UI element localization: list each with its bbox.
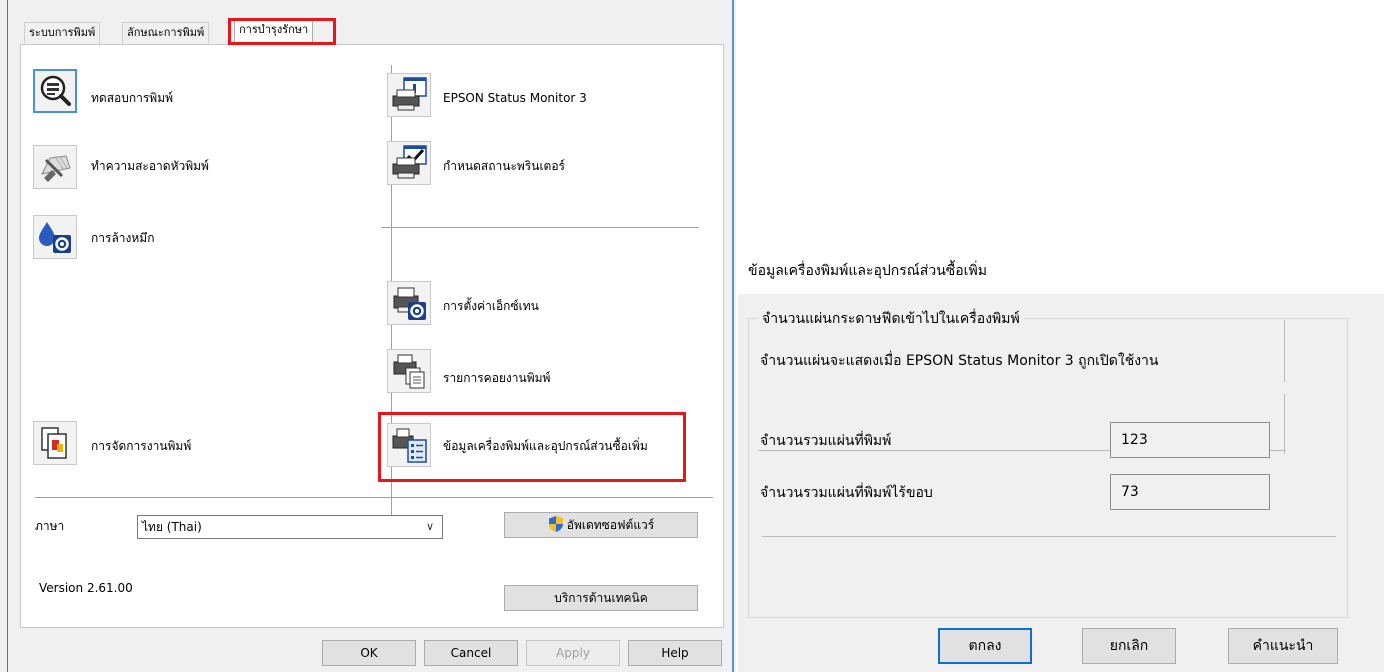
- info-cancel-button[interactable]: ยกเลิก: [1082, 628, 1176, 664]
- paper-count-group-label: จำนวนแผ่นกระดาษฟีดเข้าไปในเครื่องพิมพ์: [758, 310, 1024, 328]
- monitoring-preferences-icon: [392, 145, 427, 179]
- language-label: ภาษา: [35, 519, 65, 533]
- language-value: ไทย (Thai): [142, 520, 202, 534]
- ink-flush-button[interactable]: [33, 215, 77, 259]
- status-monitor-button[interactable]: [387, 73, 431, 117]
- status-monitor-info-text: จำนวนแผ่นจะแสดงเมื่อ EPSON Status Monito…: [760, 353, 1159, 369]
- print-queue-button[interactable]: [387, 349, 431, 393]
- printer-info-dialog: จำนวนแผ่นกระดาษฟีดเข้าไปในเครื่องพิมพ์ จ…: [738, 294, 1384, 672]
- head-cleaning-icon: [41, 155, 71, 182]
- chevron-down-icon: ∨: [425, 520, 434, 533]
- apply-button[interactable]: Apply: [526, 640, 620, 666]
- cancel-button[interactable]: Cancel: [424, 640, 518, 666]
- extended-settings-icon: [393, 287, 426, 320]
- section-divider: [35, 497, 713, 498]
- tab-main[interactable]: ระบบการพิมพ์: [24, 22, 101, 44]
- tab-more-options[interactable]: ลักษณะการพิมพ์: [122, 22, 210, 44]
- uac-shield-icon: [548, 516, 563, 532]
- extended-settings-button[interactable]: [387, 281, 431, 325]
- group-frame-line: [1284, 394, 1285, 454]
- printer-properties-dialog: ระบบการพิมพ์ ลักษณะการพิมพ์ การบำรุงรักษ…: [0, 0, 736, 672]
- extended-settings-label[interactable]: การตั้งค่าเอ็กซ์เทน: [443, 299, 539, 313]
- section-divider: [381, 227, 699, 228]
- window-edge: [732, 0, 734, 672]
- monitoring-preferences-button[interactable]: [387, 141, 431, 185]
- window-edge: [7, 0, 8, 672]
- ink-flush-icon: [39, 222, 71, 253]
- section-divider: [762, 536, 1336, 537]
- nozzle-check-label[interactable]: ทดสอบการพิมพ์: [91, 91, 173, 105]
- software-update-button[interactable]: อัพเดทซอฟต์แวร์: [504, 512, 698, 538]
- borderless-sheets-value: 73: [1110, 474, 1270, 510]
- print-queue-icon: [393, 354, 425, 389]
- total-sheets-label: จำนวนรวมแผ่นที่พิมพ์: [760, 432, 896, 450]
- ink-flush-label[interactable]: การล้างหมึก: [91, 231, 155, 245]
- version-text: Version 2.61.00: [39, 581, 133, 595]
- printer-info-highlight-box: [378, 412, 686, 482]
- print-queue-label[interactable]: รายการคอยงานพิมพ์: [443, 371, 550, 385]
- language-select[interactable]: ไทย (Thai) ∨: [137, 515, 443, 539]
- tab-highlight-box: [228, 18, 336, 45]
- technical-support-button[interactable]: บริการด้านเทคนิค: [504, 585, 698, 611]
- job-arranger-icon: [41, 427, 67, 459]
- status-monitor-label[interactable]: EPSON Status Monitor 3: [443, 91, 587, 105]
- maintenance-panel: ทดสอบการพิมพ์ ทำความสะอาดหัวพิมพ์ การล้า…: [20, 44, 724, 628]
- info-dialog-title: ข้อมูลเครื่องพิมพ์และอุปกรณ์ส่วนซื้อเพิ่…: [748, 263, 987, 279]
- info-ok-button[interactable]: ตกลง: [938, 628, 1032, 664]
- head-cleaning-button[interactable]: [33, 145, 77, 189]
- job-arranger-label[interactable]: การจัดการงานพิมพ์: [91, 439, 191, 453]
- nozzle-check-button[interactable]: [33, 69, 77, 113]
- total-sheets-value: 123: [1110, 422, 1270, 458]
- borderless-sheets-label: จำนวนรวมแผ่นที่พิมพ์ไร้ขอบ: [760, 484, 937, 502]
- ok-button[interactable]: OK: [322, 640, 416, 666]
- nozzle-check-icon: [40, 75, 71, 106]
- help-button[interactable]: Help: [628, 640, 722, 666]
- status-monitor-icon: [392, 77, 427, 111]
- head-cleaning-label[interactable]: ทำความสะอาดหัวพิมพ์: [91, 159, 209, 173]
- group-frame-line: [1284, 320, 1285, 382]
- job-arranger-button[interactable]: [33, 421, 77, 465]
- software-update-label: อัพเดทซอฟต์แวร์: [566, 518, 655, 532]
- monitoring-preferences-label[interactable]: กำหนดสถานะพรินเตอร์: [443, 159, 565, 173]
- info-help-button[interactable]: คำแนะนำ: [1228, 628, 1338, 664]
